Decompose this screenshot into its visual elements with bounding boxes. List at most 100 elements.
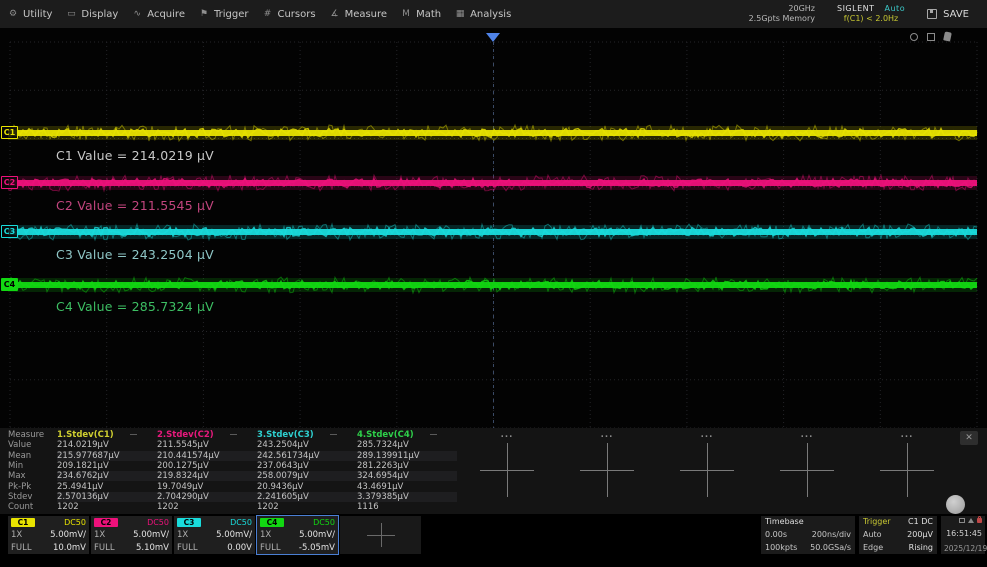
trigger-label: Trigger — [863, 518, 891, 526]
pkpk-c1: 25.4941μV — [57, 482, 157, 492]
menu-item-acquire[interactable]: ∿ Acquire — [132, 9, 185, 20]
c1-value-readout: C1 Value = 214.0219 μV — [56, 148, 214, 163]
touch-icon[interactable] — [943, 31, 952, 41]
channel-descriptor-c4[interactable]: C4 DC50 1X5.00mV/ FULL-5.05mV — [257, 516, 338, 554]
display-corner-icons — [910, 32, 951, 41]
c1-offset: 10.0mV — [53, 544, 86, 553]
c3-offset: 0.00V — [227, 544, 252, 553]
measure-header-c1[interactable]: 1.Stdev(C1) — [57, 430, 157, 440]
measure-slot-more-3[interactable]: ... — [657, 430, 757, 440]
measure-header-c3[interactable]: 3.Stdev(C3) — [257, 430, 357, 440]
menu-item-measure[interactable]: ∡ Measure — [330, 9, 388, 20]
add-channel-button[interactable] — [340, 516, 421, 554]
add-measure-button-5[interactable] — [880, 443, 934, 497]
cursors-icon: # — [262, 9, 272, 19]
channel-descriptor-c2[interactable]: C2 DC50 1X5.00mV/ FULL5.10mV — [91, 516, 172, 554]
c1-scale: 5.00mV/ — [50, 531, 86, 540]
plus-icon — [367, 523, 395, 547]
math-icon: M — [401, 9, 411, 19]
channel-marker-c3[interactable]: C3 — [1, 225, 18, 238]
c2-chip: C2 — [94, 518, 118, 527]
channel-descriptor-c3[interactable]: C3 DC50 1X5.00mV/ FULL0.00V — [174, 516, 255, 554]
timebase-points: 100kpts — [765, 544, 797, 552]
channel-marker-c1[interactable]: C1 — [1, 126, 18, 139]
row-label: Value — [8, 440, 57, 450]
acquire-icon: ∿ — [132, 9, 142, 19]
menu-item-math[interactable]: M Math — [401, 9, 441, 20]
frequency-counter: f(C1) < 2.0Hz — [837, 14, 905, 24]
menu-item-analysis[interactable]: ▦ Analysis — [455, 9, 511, 20]
menu-bar: ⚙ Utility ▭ Display ∿ Acquire ⚑ Trigger … — [0, 0, 987, 28]
channel-descriptor-c1[interactable]: C1 DC50 1X5.00mV/ FULL10.0mV — [8, 516, 89, 554]
count-c2: 1202 — [157, 502, 257, 512]
stdev-c3: 2.241605μV — [257, 492, 357, 502]
measure-corner-label: Measure — [8, 430, 57, 440]
menu-item-cursors[interactable]: # Cursors — [262, 9, 315, 20]
trigger-descriptor[interactable]: TriggerC1 DC Auto200μV EdgeRising — [859, 516, 937, 554]
min-c1: 209.1821μV — [57, 461, 157, 471]
add-measure-button-2[interactable] — [580, 443, 634, 497]
measure-slot-more-4[interactable]: ... — [757, 430, 857, 440]
clock-date: 2025/12/19 — [944, 545, 982, 553]
measure-header-row: Measure 1.Stdev(C1) 2.Stdev(C2) 3.Stdev(… — [0, 430, 987, 440]
menu-item-trigger[interactable]: ⚑ Trigger — [199, 9, 249, 20]
timebase-scale: 200ns/div — [812, 531, 851, 539]
lan-icon — [959, 518, 965, 523]
trigger-slope: Rising — [909, 544, 933, 552]
channel-marker-c2[interactable]: C2 — [1, 176, 18, 189]
menu-label-math: Math — [416, 9, 441, 20]
menu-item-display[interactable]: ▭ Display — [66, 9, 118, 20]
add-measure-button-4[interactable] — [780, 443, 834, 497]
count-c3: 1202 — [257, 502, 357, 512]
timebase-descriptor[interactable]: Timebase 0.00s200ns/div 100kpts50.0GSa/s — [761, 516, 855, 554]
timebase-label: Timebase — [765, 518, 804, 526]
measure-slot-more-1[interactable]: ... — [457, 430, 557, 440]
trigger-position-marker[interactable] — [486, 33, 500, 42]
channel-marker-c4[interactable]: C4 — [1, 278, 18, 291]
menu-item-utility[interactable]: ⚙ Utility — [8, 9, 52, 20]
menu-label-display: Display — [81, 9, 118, 20]
fullscreen-icon[interactable] — [927, 33, 935, 41]
save-button[interactable]: SAVE — [927, 9, 969, 20]
min-c2: 200.1275μV — [157, 461, 257, 471]
max-c1: 234.6762μV — [57, 471, 157, 481]
mean-c2: 210.441574μV — [157, 451, 257, 461]
record-icon[interactable] — [910, 33, 918, 41]
row-label: Pk-Pk — [8, 482, 57, 492]
c4-scale: 5.00mV/ — [299, 531, 335, 540]
add-measure-button-3[interactable] — [680, 443, 734, 497]
measure-slot-more-2[interactable]: ... — [557, 430, 657, 440]
measure-slot-more-5[interactable]: ... — [857, 430, 957, 440]
menu-label-analysis: Analysis — [470, 9, 511, 20]
acquisition-info[interactable]: 20GHz 2.5Gpts Memory — [749, 4, 815, 25]
trigger-source: C1 DC — [908, 518, 933, 526]
wifi-icon — [968, 518, 974, 523]
c3-bandwidth: FULL — [177, 544, 198, 553]
max-c2: 219.8324μV — [157, 471, 257, 481]
c4-value-readout: C4 Value = 285.7324 μV — [56, 299, 214, 314]
pkpk-c4: 43.4691μV — [357, 482, 457, 492]
waveform-display[interactable]: C1 C2 C3 C4 C1 Value = 214.0219 μV C2 Va… — [0, 28, 987, 428]
measure-header-c2[interactable]: 2.Stdev(C2) — [157, 430, 257, 440]
row-label: Stdev — [8, 492, 57, 502]
c1-bandwidth: FULL — [11, 544, 32, 553]
stdev-c2: 2.704290μV — [157, 492, 257, 502]
measure-header-c4[interactable]: 4.Stdev(C4) — [357, 430, 457, 440]
min-c3: 237.0643μV — [257, 461, 357, 471]
menu-label-acquire: Acquire — [147, 9, 185, 20]
panel-drag-handle[interactable] — [946, 495, 965, 514]
add-measure-button-1[interactable] — [480, 443, 534, 497]
clock-box: 16:51:45 2025/12/19 — [941, 516, 985, 554]
max-c4: 324.6954μV — [357, 471, 457, 481]
measure-panel-close-button[interactable]: ✕ — [960, 431, 978, 445]
mean-c4: 289.139911μV — [357, 451, 457, 461]
c4-offset: -5.05mV — [299, 544, 335, 553]
value-c3: 243.2504μV — [257, 440, 357, 450]
c2-probe: 1X — [94, 531, 105, 540]
menu-label-cursors: Cursors — [277, 9, 315, 20]
c2-value-readout: C2 Value = 211.5545 μV — [56, 198, 214, 213]
c3-chip: C3 — [177, 518, 201, 527]
c4-coupling: DC50 — [313, 519, 335, 527]
row-label: Count — [8, 502, 57, 512]
menu-label-utility: Utility — [23, 9, 52, 20]
